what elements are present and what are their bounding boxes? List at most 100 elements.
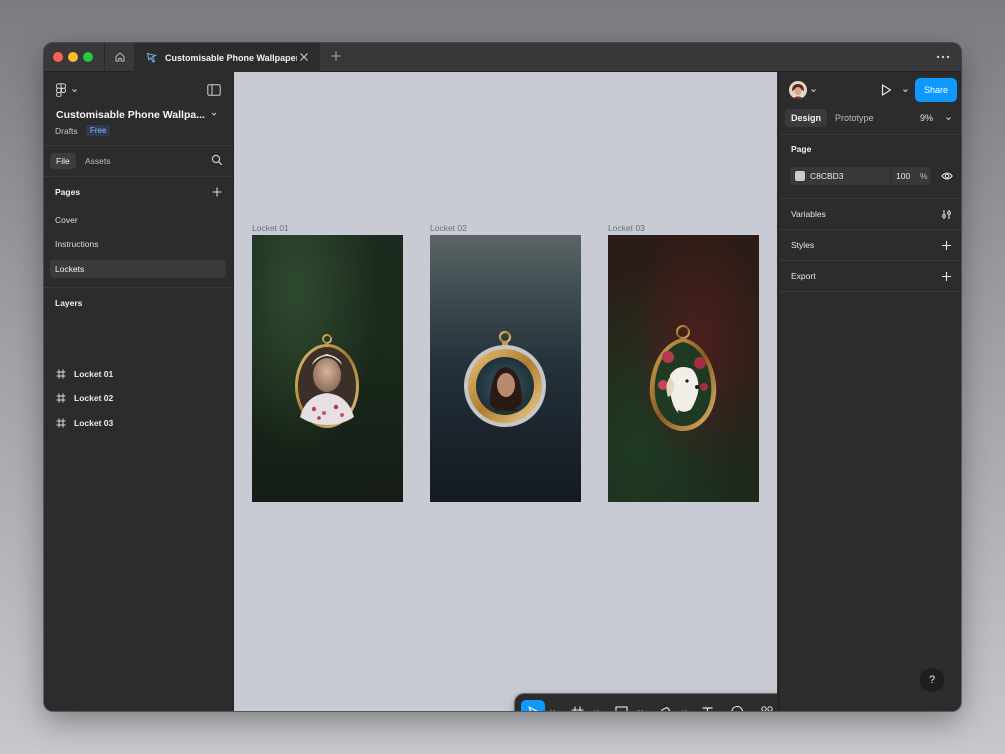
- divider: [44, 176, 233, 177]
- chevron-down-icon[interactable]: [902, 87, 909, 94]
- field-divider: [890, 167, 891, 185]
- pen-icon: [661, 706, 671, 711]
- page-item-instructions[interactable]: Instructions: [50, 235, 226, 253]
- comment-tool-button[interactable]: [725, 700, 749, 711]
- ellipsis-icon: [936, 55, 950, 59]
- frame-label[interactable]: Locket 03: [608, 223, 645, 233]
- home-icon: [115, 52, 124, 62]
- chevron-down-icon[interactable]: [593, 708, 600, 711]
- page-label: Instructions: [55, 239, 99, 249]
- frame-icon: [56, 369, 66, 379]
- minimize-window-button[interactable]: [68, 52, 78, 62]
- eye-icon[interactable]: [941, 171, 953, 181]
- chevron-down-icon[interactable]: [637, 708, 644, 711]
- chevron-down-icon[interactable]: [945, 115, 952, 122]
- frame-label[interactable]: Locket 02: [430, 223, 467, 233]
- left-sidebar: Customisable Phone Wallpa... Drafts Free…: [44, 72, 234, 711]
- color-swatch[interactable]: [795, 171, 805, 181]
- divider: [779, 198, 961, 199]
- fill-hex-value[interactable]: C8CBD3: [810, 171, 844, 181]
- layer-label: Locket 02: [74, 393, 114, 403]
- move-tool-button[interactable]: [521, 700, 545, 711]
- plus-icon[interactable]: [941, 271, 952, 282]
- plus-icon[interactable]: [941, 240, 952, 251]
- move-icon: [528, 706, 538, 711]
- actions-tool-button[interactable]: [755, 700, 777, 711]
- frame-icon: [56, 393, 66, 403]
- pages-title: Pages: [55, 187, 81, 197]
- user-avatar-image: [789, 81, 807, 99]
- canvas[interactable]: Locket 01 Locket 02 Locket 03: [234, 72, 777, 711]
- layer-item-locket-01[interactable]: Locket 01: [56, 366, 113, 382]
- chevron-down-icon: [72, 88, 77, 92]
- tab-assets[interactable]: Assets: [79, 153, 117, 169]
- tab-design[interactable]: Design: [785, 109, 828, 127]
- main-menu-button[interactable]: [56, 83, 80, 97]
- variables-section-title: Variables: [791, 209, 826, 219]
- figma-logo-icon: [56, 83, 66, 97]
- shape-tool-button[interactable]: [609, 700, 633, 711]
- frame-icon: [571, 706, 583, 711]
- frame-locket-03[interactable]: [608, 235, 759, 502]
- frame-locket-01[interactable]: [252, 235, 403, 502]
- plan-badge[interactable]: Free: [86, 125, 111, 136]
- zoom-level[interactable]: 9%: [920, 113, 933, 123]
- chevron-down-icon[interactable]: [210, 110, 218, 118]
- tab-file[interactable]: File: [50, 153, 76, 169]
- variables-settings-icon[interactable]: [941, 209, 952, 220]
- sidebar-toggle-icon[interactable]: [207, 84, 221, 96]
- divider: [779, 260, 961, 261]
- page-label: Lockets: [55, 264, 85, 274]
- chevron-down-icon[interactable]: [681, 708, 688, 711]
- oval-locket-dog-image: [649, 325, 717, 431]
- page-item-lockets[interactable]: Lockets: [50, 260, 226, 278]
- search-icon[interactable]: [211, 154, 223, 166]
- chevron-down-icon[interactable]: [549, 708, 556, 711]
- avatar[interactable]: [789, 81, 807, 99]
- pen-tool-button[interactable]: [653, 700, 677, 711]
- layer-item-locket-03[interactable]: Locket 03: [56, 415, 113, 431]
- divider: [44, 287, 233, 288]
- opacity-unit: %: [920, 171, 928, 181]
- text-icon: [702, 706, 712, 711]
- divider: [779, 291, 961, 292]
- frame-label[interactable]: Locket 01: [252, 223, 289, 233]
- frame-locket-02[interactable]: [430, 235, 581, 502]
- close-tab-icon[interactable]: [298, 51, 310, 63]
- divider: [779, 134, 961, 135]
- file-location[interactable]: Drafts: [55, 126, 78, 136]
- page-label: Cover: [55, 215, 78, 225]
- share-button[interactable]: Share: [915, 78, 957, 102]
- frame-icon: [56, 418, 66, 428]
- title-bar: Customisable Phone Wallpaper -: [44, 43, 961, 72]
- present-play-icon[interactable]: [879, 83, 893, 97]
- layer-item-locket-02[interactable]: Locket 02: [56, 390, 113, 406]
- zoom-window-button[interactable]: [83, 52, 93, 62]
- page-item-cover[interactable]: Cover: [50, 211, 226, 229]
- design-file-icon: [144, 51, 158, 65]
- help-button[interactable]: ?: [920, 668, 944, 692]
- file-tab[interactable]: Customisable Phone Wallpaper -: [134, 43, 320, 72]
- layer-label: Locket 03: [74, 418, 114, 428]
- text-tool-button[interactable]: [695, 700, 719, 711]
- new-tab-icon[interactable]: [329, 49, 343, 63]
- divider: [44, 145, 233, 146]
- add-page-icon[interactable]: [211, 186, 223, 198]
- rectangle-icon: [614, 705, 628, 711]
- fill-opacity-value[interactable]: 100: [896, 171, 910, 181]
- export-section-title: Export: [791, 271, 816, 281]
- frame-tool-button[interactable]: [565, 700, 589, 711]
- comment-icon: [731, 705, 744, 711]
- components-icon: [761, 706, 773, 711]
- file-name[interactable]: Customisable Phone Wallpa...: [56, 109, 205, 121]
- styles-section-title: Styles: [791, 240, 815, 250]
- divider: [779, 229, 961, 230]
- close-window-button[interactable]: [53, 52, 63, 62]
- page-fill-field[interactable]: C8CBD3 100 %: [790, 167, 931, 185]
- home-button[interactable]: [104, 43, 135, 71]
- layers-title: Layers: [55, 298, 83, 308]
- figma-window: Customisable Phone Wallpaper - Customisa…: [44, 43, 961, 711]
- tab-prototype[interactable]: Prototype: [829, 109, 880, 127]
- chevron-down-icon[interactable]: [810, 87, 817, 94]
- more-options-button[interactable]: [935, 49, 951, 65]
